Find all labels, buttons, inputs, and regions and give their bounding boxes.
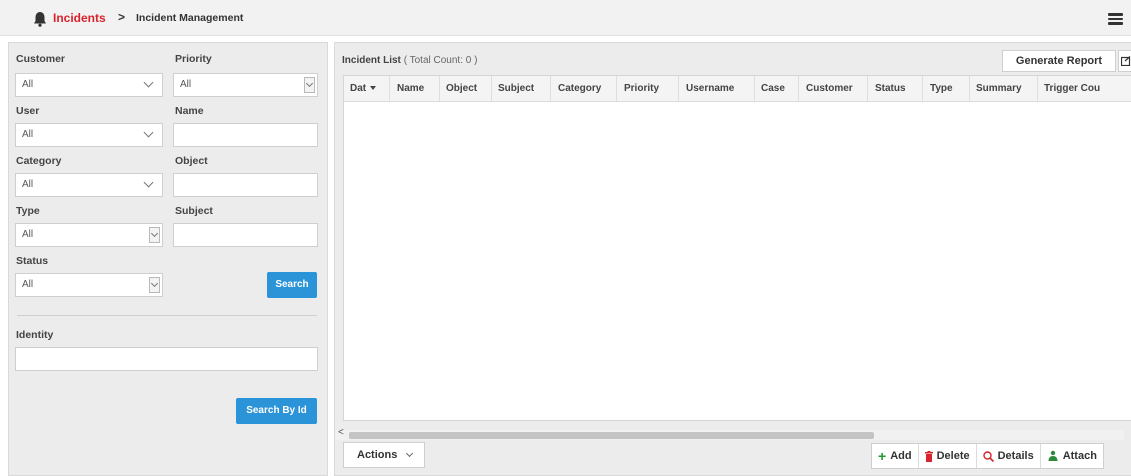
breadcrumb-incidents-link[interactable]: Incidents: [53, 11, 106, 25]
column-header-status[interactable]: Status: [875, 83, 906, 94]
search-button[interactable]: Search: [267, 272, 317, 298]
column-header-customer[interactable]: Customer: [806, 83, 853, 94]
column-header-name[interactable]: Name: [397, 83, 424, 94]
bell-icon: [34, 12, 46, 27]
user-select[interactable]: All: [15, 123, 163, 147]
export-icon: [1120, 56, 1131, 67]
chevron-down-icon: [304, 77, 315, 93]
breadcrumb-separator: >: [118, 10, 126, 24]
status-label: Status: [16, 255, 49, 267]
category-select[interactable]: All: [15, 173, 163, 197]
incident-list-title: Incident List ( Total Count: 0 ): [342, 55, 477, 66]
grid-header: Dat Name Object Subject Category Priorit…: [344, 76, 1131, 102]
customer-label: Customer: [16, 53, 66, 65]
incident-grid: Dat Name Object Subject Category Priorit…: [343, 75, 1131, 421]
actions-dropdown[interactable]: Actions: [343, 442, 425, 468]
column-header-case[interactable]: Case: [761, 83, 785, 94]
column-header-object[interactable]: Object: [446, 83, 477, 94]
user-label: User: [16, 105, 40, 117]
column-separator: [798, 76, 799, 102]
attach-label: Attach: [1062, 450, 1097, 462]
hamburger-menu-icon[interactable]: [1108, 13, 1123, 25]
column-header-date[interactable]: Dat: [350, 83, 377, 94]
search-by-id-button[interactable]: Search By Id: [236, 398, 317, 424]
subject-label: Subject: [175, 205, 213, 217]
column-separator: [550, 76, 551, 102]
column-separator: [867, 76, 868, 102]
plus-icon: +: [878, 448, 887, 464]
details-button[interactable]: Details: [977, 444, 1041, 468]
column-header-username[interactable]: Username: [686, 83, 734, 94]
object-input[interactable]: [173, 173, 318, 197]
type-select[interactable]: All: [15, 223, 163, 247]
identity-label: Identity: [16, 329, 54, 341]
type-select-value: All: [22, 229, 34, 240]
subject-input[interactable]: [173, 223, 318, 247]
chevron-down-icon: [143, 127, 154, 138]
column-separator: [922, 76, 923, 102]
customer-select-value: All: [22, 79, 34, 90]
category-label: Category: [16, 155, 62, 167]
delete-label: Delete: [936, 450, 970, 462]
user-select-value: All: [22, 129, 34, 140]
top-bar: Incidents > Incident Management: [0, 0, 1131, 36]
details-label: Details: [997, 450, 1034, 462]
add-label: Add: [890, 450, 912, 462]
chevron-down-icon: [149, 227, 160, 243]
export-button[interactable]: [1118, 50, 1131, 72]
name-input[interactable]: [173, 123, 318, 147]
column-header-category[interactable]: Category: [558, 83, 601, 94]
status-select[interactable]: All: [15, 273, 163, 297]
column-header-summary[interactable]: Summary: [976, 83, 1022, 94]
column-header-trigger-count[interactable]: Trigger Cou: [1044, 83, 1100, 94]
column-separator: [969, 76, 970, 102]
scroll-left-icon[interactable]: <: [338, 427, 344, 438]
attach-icon: [1048, 450, 1058, 461]
column-separator: [754, 76, 755, 102]
incident-list-title-text: Incident List: [342, 55, 401, 66]
row-toolbar: + Add Delete Details Attach: [871, 443, 1104, 469]
filter-panel: Customer All Priority All User All Name …: [8, 42, 328, 476]
column-header-subject[interactable]: Subject: [498, 83, 534, 94]
column-separator: [389, 76, 390, 102]
sort-desc-icon: [370, 86, 377, 91]
actions-label: Actions: [357, 449, 398, 461]
object-label: Object: [175, 155, 208, 167]
horizontal-scrollbar[interactable]: <: [335, 427, 1124, 440]
status-select-value: All: [22, 279, 34, 290]
column-separator: [439, 76, 440, 102]
add-button[interactable]: + Add: [872, 444, 919, 468]
chevron-down-icon: [143, 77, 154, 88]
total-count: ( Total Count: 0 ): [403, 55, 478, 66]
scrollbar-thumb[interactable]: [349, 432, 874, 439]
chevron-down-icon: [143, 177, 154, 188]
trash-icon: [924, 450, 933, 462]
generate-report-button[interactable]: Generate Report: [1002, 50, 1116, 72]
column-separator: [1037, 76, 1038, 102]
category-select-value: All: [22, 179, 34, 190]
breadcrumb-current: Incident Management: [136, 12, 244, 24]
column-header-type[interactable]: Type: [930, 83, 953, 94]
type-label: Type: [16, 205, 40, 217]
chevron-down-icon: [149, 277, 160, 293]
name-label: Name: [175, 105, 204, 117]
divider: [17, 315, 317, 316]
customer-select[interactable]: All: [15, 73, 163, 97]
delete-button[interactable]: Delete: [919, 444, 977, 468]
chevron-down-icon: [405, 449, 414, 458]
priority-label: Priority: [175, 53, 212, 65]
column-separator: [678, 76, 679, 102]
priority-select[interactable]: All: [173, 73, 318, 97]
column-label: Dat: [350, 83, 367, 94]
attach-button[interactable]: Attach: [1041, 444, 1103, 468]
column-separator: [491, 76, 492, 102]
column-separator: [616, 76, 617, 102]
column-header-priority[interactable]: Priority: [624, 83, 659, 94]
incident-list-panel: Incident List ( Total Count: 0 ) Generat…: [334, 42, 1131, 476]
priority-select-value: All: [180, 79, 192, 90]
identity-input[interactable]: [15, 347, 318, 371]
magnifier-icon: [982, 450, 994, 462]
